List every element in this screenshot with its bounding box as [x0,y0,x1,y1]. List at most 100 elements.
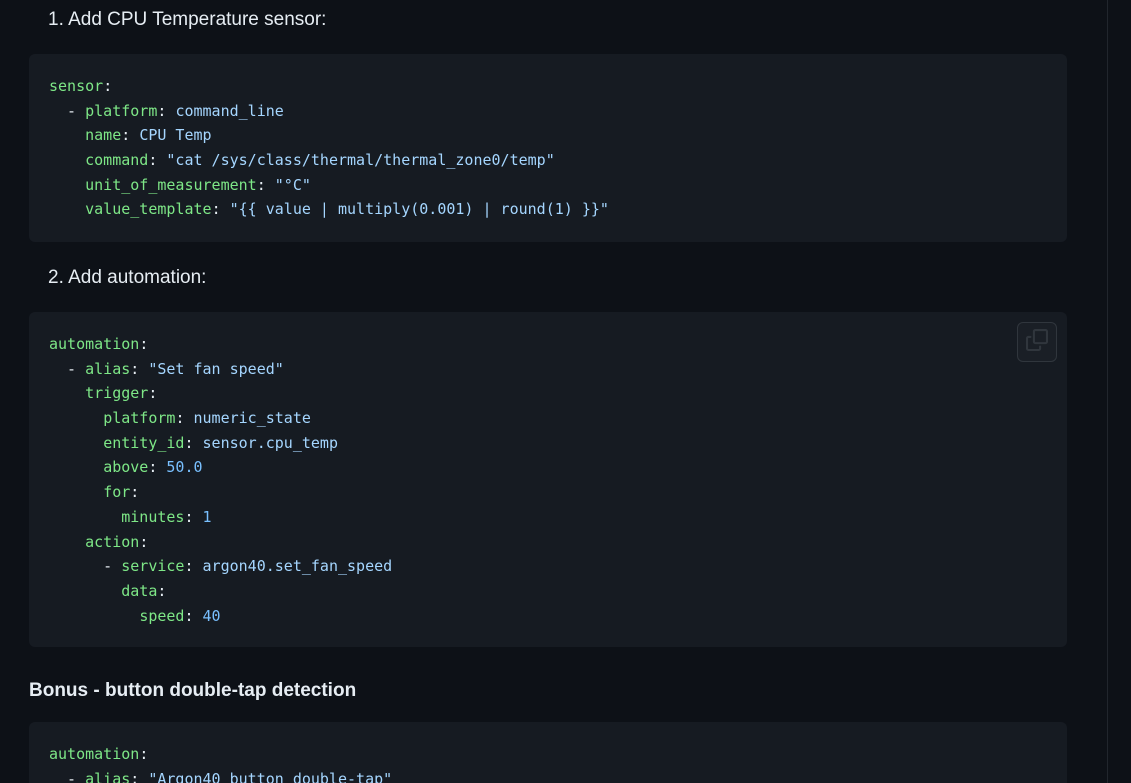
code-line: - alias: "Argon40 button double-tap" [49,767,1047,783]
code-token-num: 40 [202,606,221,625]
code-token-key: above [103,458,149,477]
code-token-val: sensor.cpu_temp [202,433,338,452]
code-line: above: 50.0 [49,455,1047,480]
code-token-punct: : [139,532,149,551]
sensor-code-lines: sensor: - platform: command_line name: C… [49,74,1047,222]
code-token-val: "cat /sys/class/thermal/thermal_zone0/te… [166,151,555,170]
code-token-key: for [103,483,131,502]
code-token-punct: : [139,335,149,353]
code-token-val: "°C" [274,175,311,194]
bonus-code-lines: automation: - alias: "Argon40 button dou… [49,742,1047,783]
code-line: command: "cat /sys/class/thermal/thermal… [49,148,1047,173]
code-token-key: automation [49,335,140,353]
code-token-key: action [85,532,140,551]
code-line: - service: argon40.set_fan_speed [49,554,1047,579]
code-token-punct: : [103,77,113,95]
code-line: - alias: "Set fan speed" [49,357,1047,382]
code-token-punct: : [184,507,203,526]
code-token-key: alias [85,359,131,378]
code-line: value_template: "{{ value | multiply(0.0… [49,197,1047,222]
code-token-num: 1 [202,507,212,526]
bonus-code-block: automation: - alias: "Argon40 button dou… [29,722,1067,783]
code-line: - platform: command_line [49,99,1047,124]
code-token-punct: : [184,557,203,576]
code-token-val: "Argon40 button double-tap" [148,769,393,783]
code-token-punct: : [256,175,275,194]
code-token-num: 50.0 [166,458,203,477]
code-token-key: entity_id [103,433,185,452]
code-line: minutes: 1 [49,505,1047,530]
code-token-punct [49,434,103,452]
code-token-punct [49,176,85,194]
code-token-punct: - [49,101,86,120]
code-token-punct: : [130,483,140,502]
code-token-punct: : [184,433,203,452]
code-token-key: alias [85,769,131,783]
code-token-key: minutes [121,507,185,526]
code-line: data: [49,579,1047,604]
bonus-section-heading: Bonus - button double-tap detection [29,680,357,701]
code-line: speed: 40 [49,604,1047,629]
code-token-punct: : [139,745,149,763]
copy-code-button[interactable] [1017,322,1057,362]
code-token-key: automation [49,745,140,763]
code-line: action: [49,530,1047,555]
code-token-key: speed [139,606,185,625]
code-token-punct: : [175,409,194,428]
code-line: entity_id: sensor.cpu_temp [49,431,1047,456]
code-token-punct [49,126,85,144]
automation-code-block: automation: - alias: "Set fan speed" tri… [29,312,1067,647]
code-token-punct [49,508,121,526]
code-token-key: value_template [85,200,212,219]
code-line: sensor: [49,74,1047,99]
code-token-punct [49,533,85,551]
step-1-title: 1. Add CPU Temperature sensor: [48,9,327,30]
code-token-punct: : [130,769,149,783]
code-token-punct: : [211,200,230,219]
code-token-key: service [121,557,185,576]
code-token-key: trigger [85,384,149,403]
code-token-punct [49,607,139,625]
code-token-punct [49,384,85,402]
code-token-val: command_line [175,101,284,120]
code-token-key: name [85,126,122,145]
code-line: name: CPU Temp [49,123,1047,148]
code-token-punct [49,409,103,427]
code-token-val: numeric_state [193,409,311,428]
code-token-key: sensor [49,77,104,95]
copy-icon [1026,328,1048,356]
code-token-punct [49,458,103,476]
code-line: platform: numeric_state [49,406,1047,431]
code-token-punct: - [49,557,122,576]
code-token-key: platform [103,409,176,428]
code-token-val: argon40.set_fan_speed [202,557,393,576]
code-token-punct [49,151,85,169]
code-token-val: CPU Temp [139,126,212,145]
code-token-key: command [85,151,149,170]
step-2-title: 2. Add automation: [48,267,207,288]
code-token-punct: - [49,769,86,783]
code-line: automation: [49,742,1047,767]
code-token-punct: : [148,458,167,477]
code-token-punct [49,582,121,600]
code-line: trigger: [49,381,1047,406]
code-token-punct: : [130,359,149,378]
code-token-punct: : [148,151,167,170]
page-scroll-edge [1107,0,1108,783]
code-token-punct: : [121,126,140,145]
code-line: for: [49,480,1047,505]
code-token-key: unit_of_measurement [85,175,257,194]
code-token-punct: : [148,384,158,403]
code-token-punct [49,483,103,501]
code-token-val: "Set fan speed" [148,359,284,378]
code-token-val: "{{ value | multiply(0.001) | round(1) }… [229,200,609,219]
code-token-punct [49,200,85,218]
code-line: automation: [49,332,1047,357]
code-token-punct: : [157,101,176,120]
code-line: unit_of_measurement: "°C" [49,173,1047,198]
code-token-key: platform [85,101,158,120]
code-token-key: data [121,581,158,600]
automation-code-lines: automation: - alias: "Set fan speed" tri… [49,332,1047,628]
sensor-code-block: sensor: - platform: command_line name: C… [29,54,1067,242]
code-token-punct: : [184,606,203,625]
